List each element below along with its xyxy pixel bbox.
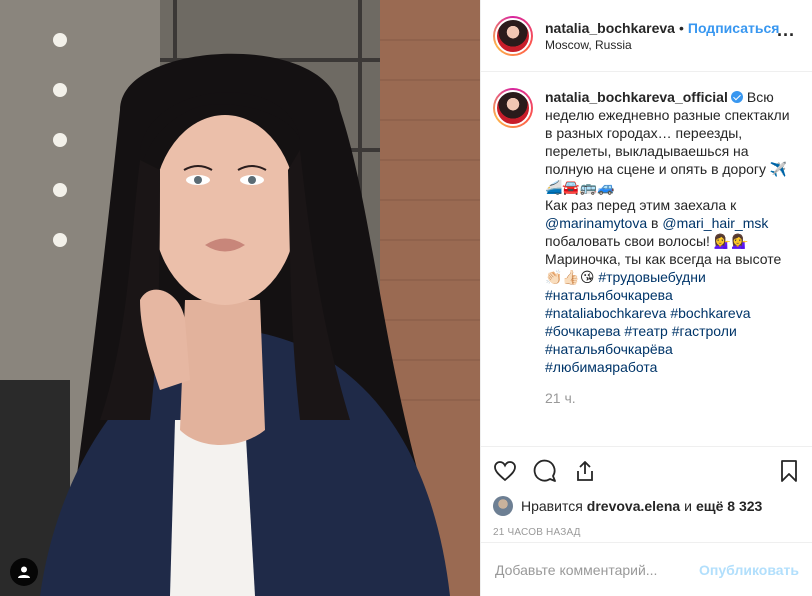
post-comment-button[interactable]: Опубликовать bbox=[699, 562, 799, 578]
caption-text: natalia_bochkareva_official Всю неделю еж… bbox=[545, 88, 798, 376]
follow-button[interactable]: Подписаться bbox=[688, 19, 780, 37]
hashtag-link[interactable]: #nataliabochkareva bbox=[545, 305, 666, 321]
hashtag-link[interactable]: #bochkareva bbox=[670, 305, 750, 321]
caption-avatar[interactable] bbox=[493, 88, 533, 128]
likes-count-button[interactable]: ещё 8 323 bbox=[696, 498, 762, 514]
comment-icon bbox=[533, 459, 556, 482]
post-photo[interactable] bbox=[0, 0, 480, 596]
hashtag-link[interactable]: #натальябочкарёва bbox=[545, 341, 673, 357]
comment-form: Опубликовать bbox=[481, 542, 812, 596]
author-username[interactable]: natalia_bochkareva bbox=[545, 19, 675, 37]
mention-link[interactable]: @mari_hair_msk bbox=[662, 215, 768, 231]
caption-text-2b: в bbox=[647, 215, 663, 231]
caption-time: 21 ч. bbox=[545, 390, 576, 406]
caption-username[interactable]: natalia_bochkareva_official bbox=[545, 89, 728, 105]
more-options-icon[interactable]: ··· bbox=[774, 24, 798, 48]
caption: natalia_bochkareva_official Всю неделю еж… bbox=[493, 88, 798, 376]
bookmark-icon bbox=[781, 460, 797, 482]
location-link[interactable]: Moscow, Russia bbox=[545, 37, 774, 53]
likes-prefix: Нравится bbox=[521, 498, 583, 514]
share-icon bbox=[577, 461, 593, 481]
mention-link[interactable]: @marinamytova bbox=[545, 215, 647, 231]
caption-text-2a: Как раз перед этим заехала к bbox=[545, 197, 737, 213]
post-date[interactable]: 21 ЧАСОВ НАЗАД bbox=[493, 527, 801, 538]
likes-summary: Нравится drevova.elena и ещё 8 323 bbox=[493, 495, 801, 517]
user-tag-icon bbox=[18, 566, 30, 578]
post-side-panel: natalia_bochkareva • Подписаться Moscow,… bbox=[480, 0, 812, 596]
hashtag-link[interactable]: #театр bbox=[624, 323, 668, 339]
like-button[interactable] bbox=[485, 451, 525, 491]
post-header: natalia_bochkareva • Подписаться Moscow,… bbox=[481, 0, 812, 72]
hashtag-link[interactable]: #гастроли bbox=[672, 323, 737, 339]
hashtag-link[interactable]: #трудовыебудни bbox=[598, 269, 705, 285]
separator-dot: • bbox=[678, 19, 684, 36]
liker-avatar[interactable] bbox=[493, 496, 513, 516]
author-avatar[interactable] bbox=[493, 15, 533, 56]
likes-middle: и bbox=[684, 498, 692, 514]
verified-badge-icon bbox=[730, 91, 743, 103]
share-button[interactable] bbox=[565, 451, 605, 491]
heart-icon bbox=[494, 461, 516, 482]
caption-text-2c: побаловать свои волосы! 💁‍♀️💁‍♀️ bbox=[545, 233, 749, 249]
photo-illustration bbox=[0, 0, 480, 596]
hashtag-link[interactable]: #любимаяработа bbox=[545, 359, 657, 375]
hashtag-link[interactable]: #бочкарева bbox=[545, 323, 620, 339]
comment-input[interactable] bbox=[495, 561, 700, 578]
comments-area: natalia_bochkareva_official Всю неделю еж… bbox=[481, 72, 812, 445]
hashtag-link[interactable]: #натальябочкарева bbox=[545, 287, 673, 303]
action-bar: Нравится drevova.elena и ещё 8 323 21 ЧА… bbox=[481, 446, 812, 554]
save-button[interactable] bbox=[769, 451, 809, 491]
comment-button[interactable] bbox=[525, 451, 565, 491]
user-tag-button[interactable] bbox=[10, 558, 38, 586]
liker-username[interactable]: drevova.elena bbox=[587, 498, 680, 514]
